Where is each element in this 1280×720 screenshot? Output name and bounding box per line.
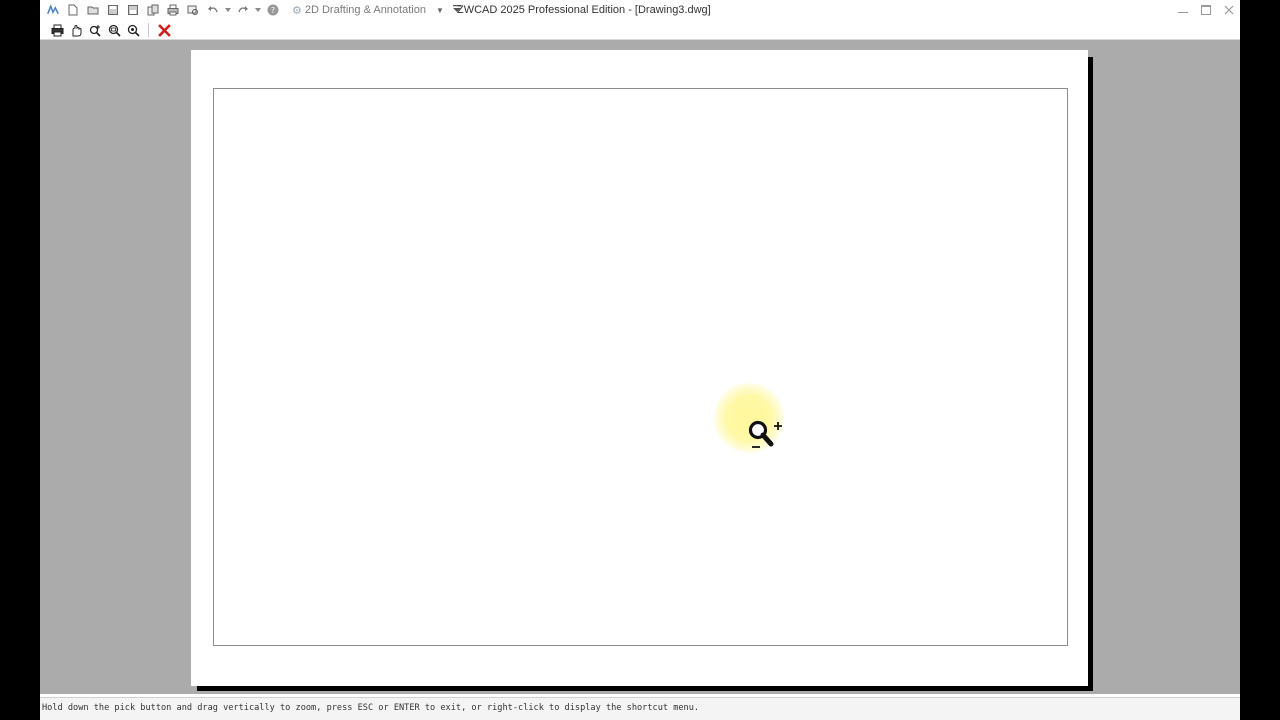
preview-canvas[interactable] bbox=[40, 40, 1240, 694]
undo-icon[interactable] bbox=[204, 2, 222, 18]
close-preview-icon[interactable] bbox=[156, 22, 172, 38]
undo-dropdown-icon[interactable] bbox=[224, 2, 232, 18]
gear-icon: ⚙ bbox=[292, 4, 302, 17]
publish-icon[interactable] bbox=[144, 2, 162, 18]
window-title: ZWCAD 2025 Professional Edition - [Drawi… bbox=[457, 4, 711, 16]
printable-area-border bbox=[213, 88, 1068, 646]
save-as-icon[interactable] bbox=[124, 2, 142, 18]
zoom-realtime-icon[interactable] bbox=[87, 22, 103, 38]
workspace-selector[interactable]: ⚙ 2D Drafting & Annotation ▼ bbox=[288, 2, 448, 18]
application-window: ? ⚙ 2D Drafting & Annotation ▼ ZWCAD 202… bbox=[40, 0, 1240, 720]
window-controls bbox=[1171, 0, 1240, 20]
print-preview-icon[interactable] bbox=[184, 2, 202, 18]
preview-toolbar bbox=[40, 20, 1240, 40]
close-window-icon[interactable] bbox=[1217, 0, 1240, 20]
redo-dropdown-icon[interactable] bbox=[254, 2, 262, 18]
command-prompt-bar: Hold down the pick button and drag verti… bbox=[40, 697, 1240, 720]
print-icon[interactable] bbox=[49, 22, 65, 38]
app-logo-icon[interactable] bbox=[44, 2, 62, 18]
open-folder-icon[interactable] bbox=[84, 2, 102, 18]
toolbar-divider bbox=[148, 23, 149, 37]
redo-icon[interactable] bbox=[234, 2, 252, 18]
maximize-icon[interactable] bbox=[1194, 0, 1217, 20]
zoom-original-icon[interactable] bbox=[125, 22, 141, 38]
zoom-window-icon[interactable] bbox=[106, 22, 122, 38]
quick-access-toolbar: ? ⚙ 2D Drafting & Annotation ▼ bbox=[44, 2, 464, 18]
help-icon[interactable]: ? bbox=[264, 2, 282, 18]
print-icon[interactable] bbox=[164, 2, 182, 18]
svg-text:?: ? bbox=[271, 6, 275, 15]
title-bar: ? ⚙ 2D Drafting & Annotation ▼ ZWCAD 202… bbox=[40, 0, 1240, 20]
chevron-down-icon: ▼ bbox=[435, 5, 444, 15]
pan-icon[interactable] bbox=[68, 22, 84, 38]
zoom-cursor-icon bbox=[748, 420, 782, 448]
workspace-label: 2D Drafting & Annotation bbox=[304, 4, 426, 16]
command-prompt-text: Hold down the pick button and drag verti… bbox=[42, 703, 700, 713]
minimize-icon[interactable] bbox=[1171, 0, 1194, 20]
save-icon[interactable] bbox=[104, 2, 122, 18]
new-file-icon[interactable] bbox=[64, 2, 82, 18]
paper-sheet bbox=[191, 50, 1088, 686]
